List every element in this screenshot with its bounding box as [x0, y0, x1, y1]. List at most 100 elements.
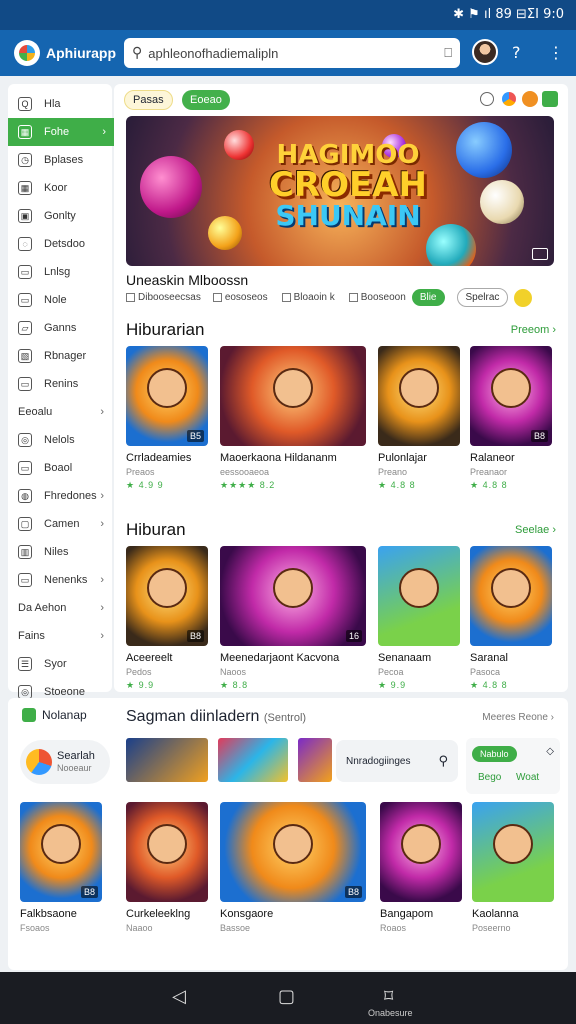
- fullscreen-icon[interactable]: [532, 248, 548, 260]
- featured-secondary-button[interactable]: Spelrac: [456, 288, 509, 307]
- sidebar-item[interactable]: ◌ Detsdoo: [8, 230, 112, 258]
- sidebar-item[interactable]: Da Aehon ›: [8, 594, 112, 622]
- chip-eoeao[interactable]: Eoeao: [182, 90, 230, 110]
- sidebar-item[interactable]: Eeoalu ›: [8, 398, 112, 426]
- game-card[interactable]: [220, 346, 366, 446]
- help-icon[interactable]: ?: [512, 43, 521, 62]
- character-art: [273, 568, 313, 608]
- game-card[interactable]: B8: [126, 546, 208, 646]
- checkbox-4[interactable]: [348, 293, 358, 302]
- sidebar-item[interactable]: ▢ Camen ›: [8, 510, 112, 538]
- sidebar-item[interactable]: ▦ Koor: [8, 174, 112, 202]
- game-title[interactable]: Falkbsaone: [20, 908, 77, 920]
- sidebar-item-label: Stoeone: [44, 686, 85, 698]
- sidebar-item[interactable]: ▦ Fohe ›: [8, 118, 114, 146]
- sidebar-item[interactable]: ▭ Renins: [8, 370, 112, 398]
- game-card[interactable]: [472, 802, 554, 902]
- checkbox-1[interactable]: [126, 293, 135, 302]
- hero-title-line2: CROEAH: [268, 165, 428, 205]
- home-icon[interactable]: ▢: [278, 986, 295, 1007]
- sidebar-item[interactable]: ◷ Bplases: [8, 146, 112, 174]
- more-menu-icon[interactable]: ⋮: [548, 43, 564, 62]
- game-card[interactable]: 16: [220, 546, 366, 646]
- game-card[interactable]: [126, 802, 208, 902]
- game-title[interactable]: Maoerkaona Hildananm: [220, 452, 337, 464]
- search-input[interactable]: aphleonofhadiemalipln: [148, 46, 444, 61]
- game-meta: Roaos: [380, 923, 407, 933]
- game-card[interactable]: B8: [20, 802, 102, 902]
- sidebar-item[interactable]: ▥ Niles: [8, 538, 112, 566]
- badge-icon[interactable]: [480, 92, 494, 106]
- game-title[interactable]: Crrladeamies: [126, 452, 191, 464]
- game-card[interactable]: B8: [220, 802, 366, 902]
- sidebar-item[interactable]: ▭ Nole: [8, 286, 112, 314]
- sidebar-item[interactable]: ▭ Boaol: [8, 454, 112, 482]
- bookmark-icon[interactable]: ⎕: [444, 46, 452, 61]
- sidebar-item[interactable]: ▣ Gonlty: [8, 202, 112, 230]
- game-card[interactable]: [470, 546, 552, 646]
- sidebar-item-label: Nelols: [44, 434, 75, 446]
- card-badge: B5: [186, 430, 204, 442]
- chip-pasas[interactable]: Pasas: [124, 90, 173, 110]
- system-nav-bar: ◁ ▢ ⌑ Onabesure: [0, 972, 576, 1024]
- game-card[interactable]: B8: [470, 346, 552, 446]
- game-title[interactable]: Curkeleeklng: [126, 908, 190, 920]
- game-title[interactable]: Pulonlajar: [378, 452, 427, 464]
- search-icon[interactable]: ⚲: [438, 754, 448, 769]
- card-badge: 16: [345, 630, 362, 642]
- character-art: [147, 824, 187, 864]
- promo-pill[interactable]: Searlah Nooeaur: [20, 740, 110, 784]
- thumb-1[interactable]: [126, 738, 208, 782]
- sidebar-item-icon: ▱: [18, 321, 32, 335]
- game-card[interactable]: [378, 546, 460, 646]
- sidebar-item[interactable]: Fains ›: [8, 622, 112, 650]
- sidebar-item-label: Ganns: [44, 322, 77, 334]
- game-meta: Preaos: [126, 467, 155, 477]
- side-card[interactable]: Nabulo ◇ Bego Woat: [466, 738, 560, 794]
- sidebar-item[interactable]: ▱ Ganns: [8, 314, 112, 342]
- chevron-right-icon: ›: [100, 490, 104, 502]
- game-title[interactable]: Meenedarjaont Kacvona: [220, 652, 339, 664]
- checkbox-2[interactable]: [212, 293, 222, 302]
- sidebar-item[interactable]: ▧ Rbnager: [8, 342, 112, 370]
- sidebar-item[interactable]: ◍ Fhredones ›: [8, 482, 112, 510]
- back-icon[interactable]: ◁: [172, 986, 186, 1007]
- game-card[interactable]: [380, 802, 462, 902]
- featured-action-button[interactable]: Blie: [411, 289, 445, 306]
- game-title[interactable]: Saranal: [470, 652, 508, 664]
- orange-app-icon[interactable]: [522, 91, 538, 107]
- game-title[interactable]: Ralaneor: [470, 452, 515, 464]
- app-logo[interactable]: [14, 40, 40, 66]
- game-title[interactable]: Senanaam: [378, 652, 431, 664]
- game-title[interactable]: Bangapom: [380, 908, 433, 920]
- game-title[interactable]: Konsgaore: [220, 908, 273, 920]
- sidebar-item-icon: Q: [18, 97, 32, 111]
- green-app-icon[interactable]: [542, 91, 558, 107]
- section-3-more-link[interactable]: Meeres Reone ›: [482, 712, 554, 723]
- sidebar-item[interactable]: Q Hla: [8, 90, 112, 118]
- user-avatar[interactable]: [472, 39, 498, 65]
- thumb-2[interactable]: [218, 738, 288, 782]
- palette-icon[interactable]: [502, 92, 516, 106]
- game-card[interactable]: B5: [126, 346, 208, 446]
- hero-banner[interactable]: HAGIMOO CROEAH SHUNAIN: [126, 116, 554, 266]
- game-meta: Naaoo: [126, 923, 153, 933]
- checkbox-3[interactable]: [281, 293, 291, 302]
- sidebar-item[interactable]: ◎ Nelols: [8, 426, 112, 454]
- section-1-more-link[interactable]: Preeom ›: [511, 324, 556, 336]
- download-icon[interactable]: [514, 288, 533, 307]
- game-title[interactable]: Kaolanna: [472, 908, 519, 920]
- inline-search[interactable]: Nnradogiinges ⚲: [336, 740, 458, 782]
- side-card-button[interactable]: Nabulo: [472, 746, 517, 762]
- thumb-3[interactable]: [298, 738, 332, 782]
- chevron-right-icon: ›: [102, 126, 106, 138]
- sidebar-item[interactable]: ☰ Syor: [8, 650, 112, 678]
- recents-icon[interactable]: ⌑: [384, 986, 393, 1007]
- game-card[interactable]: [378, 346, 460, 446]
- sidebar-item[interactable]: ▭ Nenenks ›: [8, 566, 112, 594]
- game-title[interactable]: Aceereelt: [126, 652, 172, 664]
- sidebar-item[interactable]: ▭ Lnlsg: [8, 258, 112, 286]
- section-2-more-link[interactable]: Seelae ›: [515, 524, 556, 536]
- game-meta: Fsoaos: [20, 923, 50, 933]
- search-bar[interactable]: ⚲ aphleonofhadiemalipln ⎕: [124, 38, 460, 68]
